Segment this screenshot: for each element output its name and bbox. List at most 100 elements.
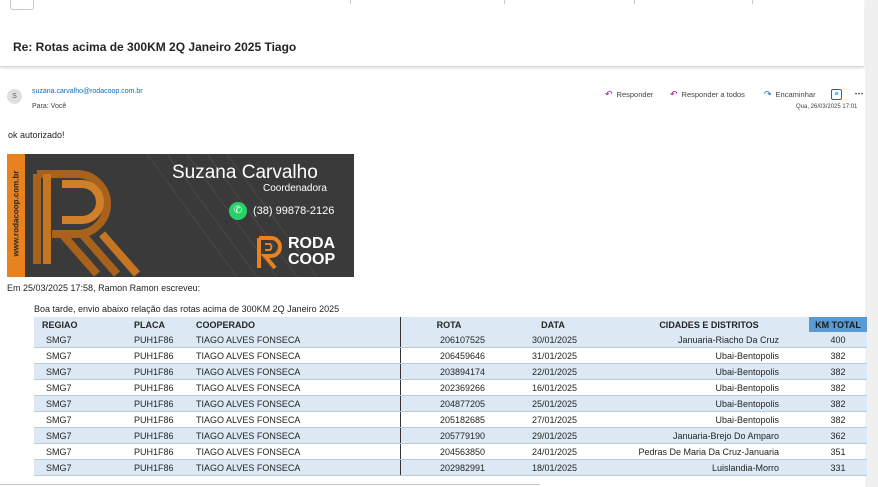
message-date: Qua, 26/03/2025 17:01 [796,104,858,110]
signature-name: Suzana Carvalho [172,162,318,183]
grid-view-icon[interactable]: ≡ [831,89,842,100]
table-row: SMG7 PUH1F86 TIAGO ALVES FONSECA 205779190 2… [34,427,867,444]
table-cell: PUH1F86 [104,443,196,460]
table-cell: 382 [809,395,867,412]
table-cell: TIAGO ALVES FONSECA [196,347,401,364]
table-cell: PUH1F86 [104,427,196,444]
table-cell: Pedras De Maria Da Cruz-Januaria [609,443,809,460]
divider [350,0,351,4]
message-header-bar: Re: Rotas acima de 300KM 2Q Janeiro 2025… [0,0,864,67]
whatsapp-icon: ✆ [229,202,247,220]
logo-line-1: RODA [288,235,336,252]
forward-icon: ↷ [764,89,772,99]
forward-label: Encaminhar [775,90,816,99]
table-cell: 331 [809,459,867,476]
table-cell: 205182685 [400,411,497,428]
table-header-row: REGIAO PLACA COOPERADO ROTA DATA CIDADES… [34,317,867,332]
table-row: SMG7 PUH1F86 TIAGO ALVES FONSECA 202369266 1… [34,379,867,396]
table-cell: 18/01/2025 [497,459,609,476]
table-cell: Ubai-Bentopolis [609,395,809,412]
table-cell: SMG7 [34,443,104,460]
quote-header: Em 25/03/2025 17:58, Ramon Ramon escreve… [7,283,201,293]
column-header: PLACA [104,317,196,332]
table-cell: SMG7 [34,411,104,428]
email-subject: Re: Rotas acima de 300KM 2Q Janeiro 2025… [13,40,297,54]
back-button[interactable] [10,0,34,10]
table-cell: Ubai-Bentopolis [609,363,809,380]
table-cell: Luislandia-Morro [609,459,809,476]
table-cell: PUH1F86 [104,379,196,396]
table-cell: 205779190 [400,427,497,444]
signature-phone: (38) 99878-2126 [253,205,335,217]
table-cell: PUH1F86 [104,363,196,380]
table-cell: TIAGO ALVES FONSECA [196,379,401,396]
forward-button[interactable]: ↷ Encaminhar [764,89,816,100]
table-cell: 202369266 [400,379,497,396]
sender-address[interactable]: suzana.carvalho@rodacoop.com.br [32,88,143,95]
quote-intro: Boa tarde, envio abaixo relação das rota… [34,304,340,314]
table-cell: 206459646 [400,347,497,364]
divider [0,484,540,485]
table-cell: Ubai-Bentopolis [609,411,809,428]
routes-table: REGIAO PLACA COOPERADO ROTA DATA CIDADES… [34,317,867,476]
table-cell: PUH1F86 [104,332,196,348]
signature-logo-text: RODA COOP [288,236,335,268]
table-cell: SMG7 [34,332,104,348]
table-cell: SMG7 [34,427,104,444]
table-cell: SMG7 [34,379,104,396]
table-cell: 22/01/2025 [497,363,609,380]
table-cell: 27/01/2025 [497,411,609,428]
table-cell: 25/01/2025 [497,395,609,412]
table-cell: 16/01/2025 [497,379,609,396]
table-cell: TIAGO ALVES FONSECA [196,363,401,380]
recipient-line: Para: Você [32,103,67,110]
table-cell: PUH1F86 [104,411,196,428]
signature-role: Coordenadora [263,183,327,194]
table-cell: PUH1F86 [104,347,196,364]
column-header: KM TOTAL [809,317,867,332]
table-cell: SMG7 [34,395,104,412]
table-cell: SMG7 [34,347,104,364]
reply-all-icon: ↶ [670,89,678,99]
table-cell: PUH1F86 [104,395,196,412]
rodacoop-logo-icon [257,236,282,270]
table-cell: Januaria-Riacho Da Cruz [609,332,809,348]
table-row: SMG7 PUH1F86 TIAGO ALVES FONSECA 204877205 2… [34,395,867,412]
reply-all-button[interactable]: ↶ Responder a todos [670,89,745,100]
table-cell: PUH1F86 [104,459,196,476]
table-cell: SMG7 [34,459,104,476]
table-row: SMG7 PUH1F86 TIAGO ALVES FONSECA 204563850 2… [34,443,867,460]
column-header: ROTA [400,317,497,332]
table-row: SMG7 PUH1F86 TIAGO ALVES FONSECA 205182685 2… [34,411,867,428]
table-cell: 382 [809,363,867,380]
table-cell: 204563850 [400,443,497,460]
table-cell: TIAGO ALVES FONSECA [196,427,401,444]
column-header: DATA [497,317,609,332]
table-row: SMG7 PUH1F86 TIAGO ALVES FONSECA 206459646 3… [34,347,867,364]
column-header: CIDADES E DISTRITOS [609,317,809,332]
column-header: REGIAO [34,317,104,332]
reply-button[interactable]: ↶ Responder [605,89,653,100]
table-cell: 31/01/2025 [497,347,609,364]
table-cell: 203894174 [400,363,497,380]
table-cell: 382 [809,379,867,396]
table-cell: 202982991 [400,459,497,476]
table-cell: TIAGO ALVES FONSECA [196,395,401,412]
table-row: SMG7 PUH1F86 TIAGO ALVES FONSECA 202982991 1… [34,459,867,476]
table-cell: 30/01/2025 [497,332,609,348]
divider [634,0,635,4]
reply-all-label: Responder a todos [681,90,745,99]
table-cell: TIAGO ALVES FONSECA [196,443,401,460]
signature-image: www.rodacoop.com.br Suzana Carvalho Coor… [7,154,354,277]
table-row: SMG7 PUH1F86 TIAGO ALVES FONSECA 206107525 3… [34,332,867,348]
table-row: SMG7 PUH1F86 TIAGO ALVES FONSECA 203894174 2… [34,363,867,380]
table-cell: 382 [809,347,867,364]
table-cell: 204877205 [400,395,497,412]
column-header: COOPERADO [196,317,401,332]
more-icon[interactable]: ⋯ [853,87,865,99]
table-cell: Ubai-Bentopolis [609,379,809,396]
avatar[interactable]: S [7,89,22,104]
table-cell: TIAGO ALVES FONSECA [196,459,401,476]
table-cell: 362 [809,427,867,444]
table-cell: 351 [809,443,867,460]
